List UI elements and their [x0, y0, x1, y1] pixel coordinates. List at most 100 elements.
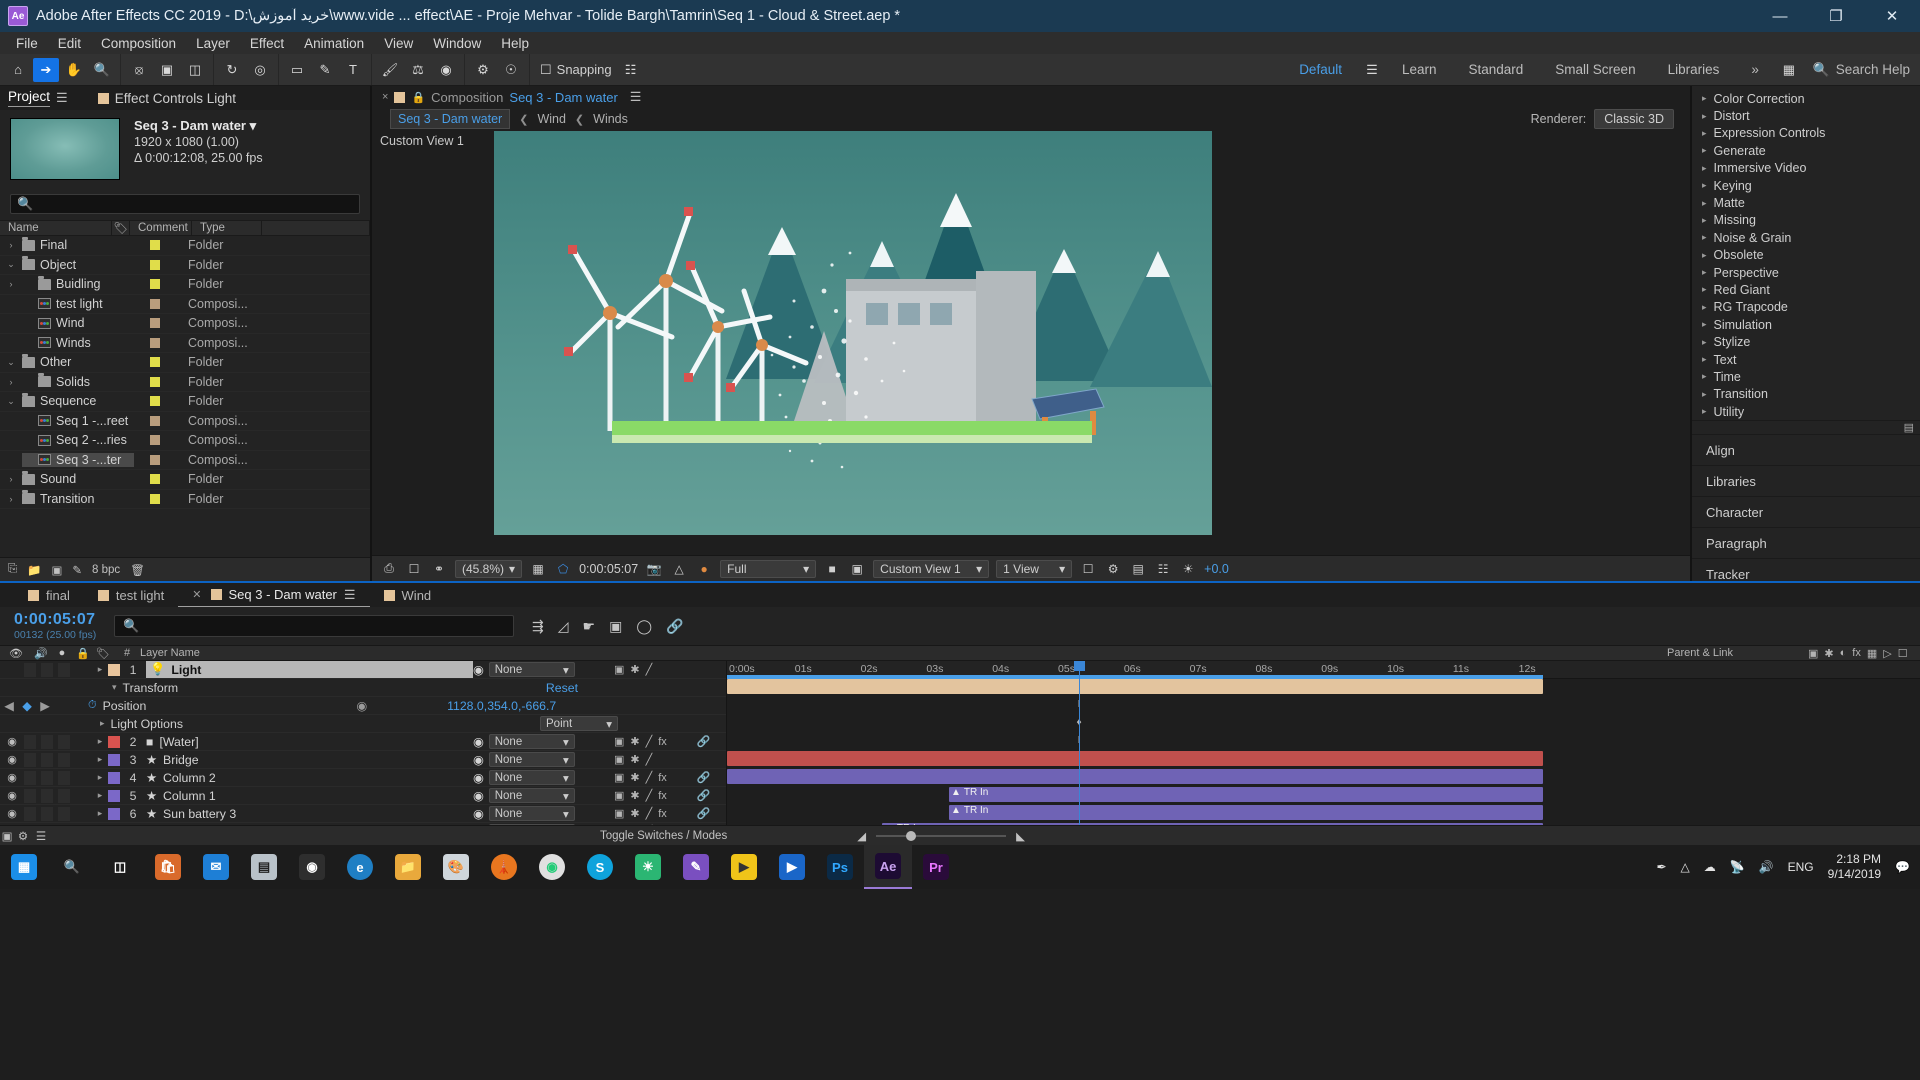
solo-toggle-cell[interactable] — [41, 788, 54, 803]
chevron-right-icon[interactable]: ▸ — [1702, 111, 1707, 122]
composition-panel-menu-icon[interactable]: ☰ — [630, 89, 642, 105]
layer-label-swatch[interactable] — [108, 663, 120, 676]
workspace-small-screen[interactable]: Small Screen — [1539, 54, 1651, 85]
onedrive-icon[interactable]: ☁ — [1704, 860, 1716, 874]
link-icon[interactable]: 🔗 — [697, 789, 711, 802]
transform-group-row[interactable]: ▾ Transform Reset — [0, 679, 726, 697]
position-value[interactable]: 1128.0,354.0,-666.7 — [447, 699, 556, 713]
timeline-tab[interactable]: test light — [84, 583, 178, 607]
menu-item-composition[interactable]: Composition — [91, 34, 186, 53]
layer-twirl-icon[interactable]: ▸ — [92, 790, 108, 801]
breadcrumb-item-current[interactable]: Seq 3 - Dam water — [390, 109, 511, 129]
label-color-swatch[interactable] — [150, 240, 160, 251]
layer-label-swatch[interactable] — [108, 771, 120, 784]
network-icon[interactable]: 📡 — [1730, 860, 1745, 874]
quality-toggle-icon[interactable]: ╱ — [646, 771, 653, 784]
label-color-swatch[interactable] — [150, 396, 160, 407]
chevron-right-icon[interactable]: ▸ — [1702, 406, 1707, 417]
link-icon[interactable]: 🔗 — [697, 735, 711, 748]
timeline-tab[interactable]: Wind — [370, 583, 446, 607]
layer-twirl-icon[interactable]: ▸ — [92, 754, 108, 765]
layer-duration-bar[interactable] — [727, 751, 1543, 766]
project-item-row[interactable]: Seq 2 -...ries Composi... — [0, 431, 370, 451]
pick-whip-icon[interactable]: ◉ — [473, 753, 484, 767]
layer-twirl-icon[interactable]: ▸ — [92, 772, 108, 783]
chevron-right-icon[interactable]: ▸ — [1702, 163, 1707, 174]
timeline-tab[interactable]: ✕ Seq 3 - Dam water ☰ — [178, 583, 370, 607]
menu-item-view[interactable]: View — [374, 34, 423, 53]
twirl-icon[interactable]: ⌄ — [0, 259, 22, 270]
menu-item-window[interactable]: Window — [423, 34, 491, 53]
label-color-swatch[interactable] — [150, 474, 160, 485]
zoom-in-icon[interactable]: ◣ — [1016, 829, 1025, 843]
search-icon[interactable]: 🔍 — [48, 845, 96, 889]
task-view-icon[interactable]: ◫ — [96, 845, 144, 889]
effects-indicator-icon[interactable]: fx — [658, 790, 667, 802]
composition-tab-name[interactable]: Seq 3 - Dam water — [509, 90, 617, 105]
interpret-footage-icon[interactable]: ⎘ — [8, 563, 17, 576]
effect-category-row[interactable]: ▸ RG Trapcode — [1692, 299, 1920, 316]
layer-twirl-icon[interactable]: ▸ — [92, 808, 108, 819]
text-tool-icon[interactable]: T — [340, 58, 366, 82]
chrome-icon[interactable]: ◉ — [528, 845, 576, 889]
layer-duration-bar[interactable] — [727, 679, 1543, 694]
panel-menu-icon[interactable]: ▤ — [1904, 421, 1914, 434]
effects-indicator-icon[interactable]: fx — [658, 772, 667, 784]
chevron-right-icon[interactable]: ▸ — [1702, 319, 1707, 330]
label-color-swatch[interactable] — [150, 318, 160, 329]
clone-stamp-tool-icon[interactable]: ⚖ — [405, 58, 431, 82]
current-time-indicator[interactable] — [1079, 661, 1080, 825]
reset-transform-link[interactable]: Reset — [546, 681, 578, 695]
vegas-icon[interactable]: ▶ — [768, 845, 816, 889]
project-search-input[interactable]: 🔍 — [10, 194, 360, 214]
transition-marker[interactable]: ▲TR In — [951, 805, 988, 816]
timeline-layer-row[interactable]: ◉ ▸ 3 ★ Bridge ◉ None ▾ ▣ ✱ ╱ — [0, 751, 726, 769]
delete-icon[interactable]: 🗑 — [130, 563, 145, 577]
puppet-pin-tool-icon[interactable]: ☉ — [498, 58, 524, 82]
comp-flowchart-icon[interactable]: ☷ — [1154, 560, 1172, 578]
transparency-grid-icon[interactable]: ■ — [823, 560, 841, 578]
view-count-dropdown[interactable]: 1 View ▾ — [996, 559, 1073, 578]
menu-item-help[interactable]: Help — [491, 34, 539, 53]
layer-duration-bar[interactable]: ▲TR In — [949, 805, 1543, 820]
language-indicator[interactable]: ENG — [1788, 860, 1814, 874]
effect-category-row[interactable]: ▸ Generate — [1692, 142, 1920, 159]
pan-tool-icon[interactable]: ▣ — [154, 58, 180, 82]
transform-twirl-icon[interactable]: ▾ — [112, 682, 117, 693]
timeline-layer-row[interactable]: ▸ 1 💡 Light ◉ None ▾ ▣ ✱ ╱ — [0, 661, 726, 679]
pick-whip-icon[interactable]: ◉ — [473, 663, 484, 677]
lock-icon[interactable]: 🔒 — [411, 91, 425, 104]
solo-toggle-cell[interactable] — [41, 770, 54, 785]
video-toggle-icon[interactable]: ◉ — [4, 771, 20, 784]
grid-guides-icon[interactable]: ▦ — [529, 560, 547, 578]
zoom-tool-icon[interactable]: 🔍 — [89, 58, 115, 82]
project-item-row[interactable]: Seq 3 -...ter Composi... — [0, 451, 370, 470]
audio-toggle-cell[interactable] — [24, 734, 37, 749]
effect-category-row[interactable]: ▸ Noise & Grain — [1692, 229, 1920, 246]
take-snapshot-icon[interactable]: ⎙ — [380, 560, 398, 578]
effect-category-row[interactable]: ▸ Immersive Video — [1692, 160, 1920, 177]
3d-view-popup-icon[interactable]: ▣ — [848, 560, 866, 578]
tab-project[interactable]: Project — [8, 89, 51, 107]
new-composition-icon[interactable]: ▣ — [52, 563, 63, 577]
layer-name-cell[interactable]: ★ Sun battery 3 — [146, 807, 473, 821]
chevron-right-icon[interactable]: ▸ — [1702, 389, 1707, 400]
color-wheel-icon[interactable]: ● — [695, 560, 713, 578]
parent-dropdown[interactable]: None ▾ — [488, 752, 575, 767]
photos-icon[interactable]: ☀ — [624, 845, 672, 889]
lock-toggle-cell[interactable] — [58, 734, 71, 749]
label-color-swatch[interactable] — [150, 415, 160, 426]
twirl-icon[interactable]: › — [0, 240, 22, 250]
effect-category-row[interactable]: ▸ Matte — [1692, 194, 1920, 211]
layer-parent-cell[interactable]: ◉ None ▾ — [473, 770, 608, 785]
transition-marker[interactable]: ▲TR In — [951, 787, 988, 798]
quality-toggle-icon[interactable]: ╱ — [646, 663, 653, 676]
light-options-twirl-icon[interactable]: ▸ — [100, 718, 105, 729]
audio-toggle-cell[interactable] — [24, 770, 37, 785]
resolution-dropdown[interactable]: Full ▾ — [720, 559, 817, 578]
layer-name-cell[interactable]: ★ Column 1 — [146, 789, 473, 803]
orbit-tool-icon[interactable]: ⦻ — [126, 58, 152, 82]
twirl-icon[interactable]: › — [0, 474, 22, 484]
parent-dropdown[interactable]: None ▾ — [488, 788, 575, 803]
layer-label-swatch[interactable] — [108, 789, 120, 802]
